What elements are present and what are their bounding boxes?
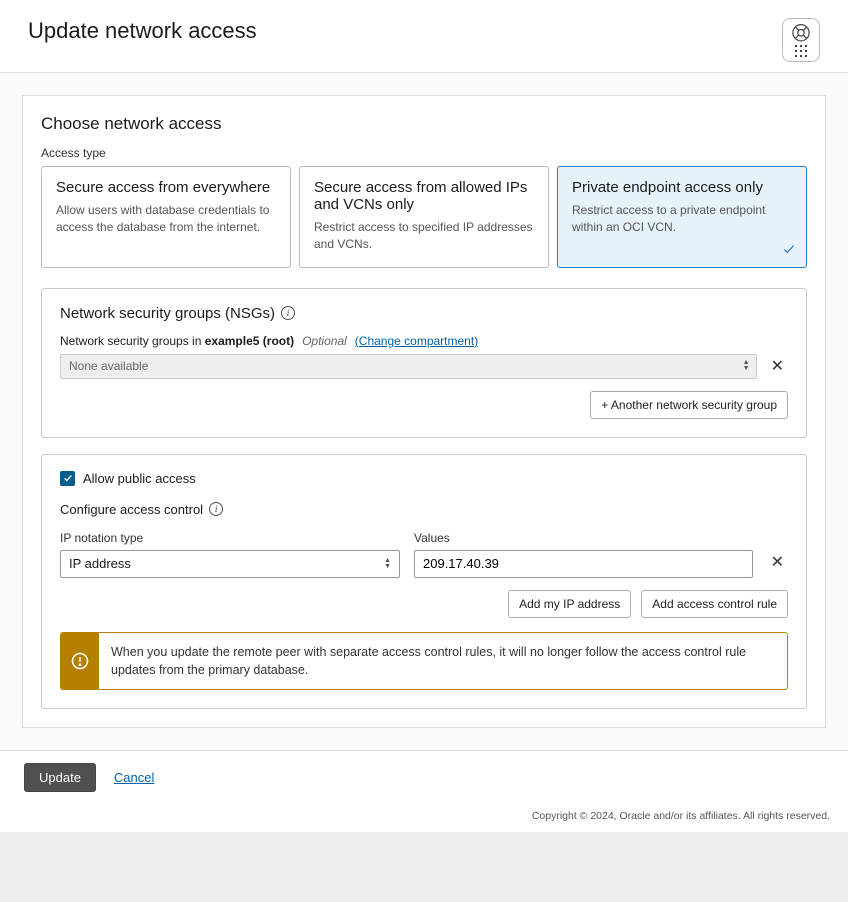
ip-type-value: IP address [69,556,131,571]
info-icon[interactable]: i [209,502,223,516]
acl-section: Allow public access Configure access con… [41,454,807,709]
warning-banner: When you update the remote peer with sep… [60,632,788,690]
add-my-ip-button[interactable]: Add my IP address [508,590,631,618]
access-type-options: Secure access from everywhere Allow user… [41,166,807,268]
optional-label: Optional [302,334,347,348]
option-title: Secure access from allowed IPs and VCNs … [314,179,534,213]
configure-acl-text: Configure access control [60,502,203,517]
option-title: Private endpoint access only [572,179,792,196]
nsg-select-row: None available ▲▼ ✕ [60,354,788,379]
dialog-header: Update network access [0,0,848,73]
option-desc: Allow users with database credentials to… [56,202,276,236]
nsg-select-text: None available [69,359,148,373]
info-icon[interactable]: i [281,306,295,320]
update-button[interactable]: Update [24,763,96,792]
nsg-heading: Network security groups (NSGs) i [60,305,788,322]
values-col: Values [414,531,753,578]
main-card: Choose network access Access type Secure… [22,95,826,728]
acl-form-row: IP notation type IP address ▲▼ Values ✕ [60,531,788,578]
values-input[interactable] [414,550,753,578]
configure-acl-label: Configure access control i [60,502,788,517]
add-acl-rule-button[interactable]: Add access control rule [641,590,788,618]
acl-action-row: Add my IP address Add access control rul… [60,590,788,618]
nsg-heading-text: Network security groups (NSGs) [60,305,275,322]
warning-icon [61,633,99,689]
ip-type-label: IP notation type [60,531,400,545]
access-type-label: Access type [41,146,807,160]
remove-nsg-button[interactable]: ✕ [767,356,788,376]
nsg-section: Network security groups (NSGs) i Network… [41,288,807,438]
remove-rule-button[interactable]: ✕ [767,552,788,572]
copyright-text: Copyright © 2024, Oracle and/or its affi… [0,804,848,832]
content-area: Choose network access Access type Secure… [0,73,848,750]
page-title: Update network access [28,18,257,44]
footer-bar: Update Cancel [0,750,848,804]
option-secure-everywhere[interactable]: Secure access from everywhere Allow user… [41,166,291,268]
cancel-link[interactable]: Cancel [114,770,154,785]
nsg-select[interactable]: None available ▲▼ [60,354,757,379]
ip-type-col: IP notation type IP address ▲▼ [60,531,400,578]
option-desc: Restrict access to a private endpoint wi… [572,202,792,236]
nsg-label-row: Network security groups in example5 (roo… [60,334,788,348]
option-private-endpoint[interactable]: Private endpoint access only Restrict ac… [557,166,807,268]
allow-public-row: Allow public access [60,471,788,486]
help-widget[interactable] [782,18,820,62]
section-title: Choose network access [41,114,807,134]
nsg-compartment: example5 (root) [205,334,294,348]
add-nsg-button[interactable]: + Another network security group [590,391,788,419]
page-root: Update network access Choose network acc… [0,0,848,832]
chevron-updown-icon: ▲▼ [743,360,750,372]
dots-icon [795,45,808,58]
lifebuoy-icon [791,23,811,43]
warning-text: When you update the remote peer with sep… [99,633,787,689]
nsg-label-prefix: Network security groups in [60,334,205,348]
option-title: Secure access from everywhere [56,179,276,196]
option-desc: Restrict access to specified IP addresse… [314,219,534,253]
ip-type-select[interactable]: IP address ▲▼ [60,550,400,578]
chevron-updown-icon: ▲▼ [384,558,391,570]
check-icon [782,242,796,259]
allow-public-checkbox[interactable] [60,471,75,486]
change-compartment-link[interactable]: (Change compartment) [355,334,478,348]
values-label: Values [414,531,753,545]
option-allowed-ips[interactable]: Secure access from allowed IPs and VCNs … [299,166,549,268]
allow-public-label: Allow public access [83,471,196,486]
